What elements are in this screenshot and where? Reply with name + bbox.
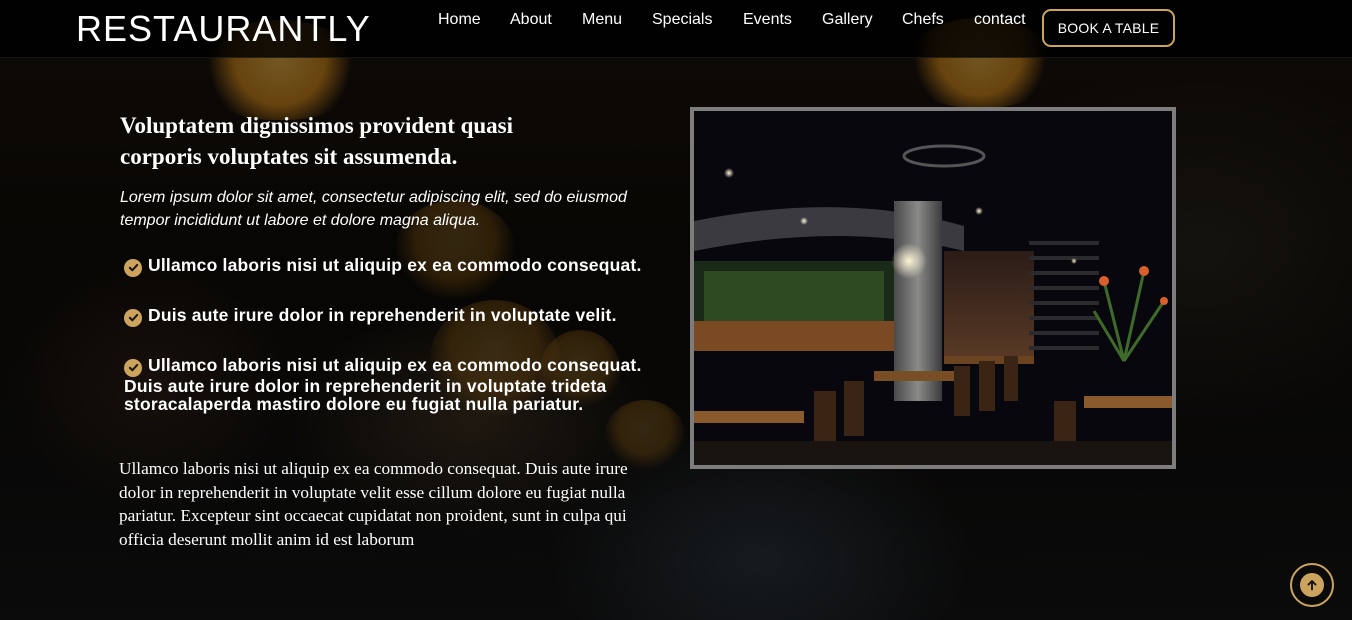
list-item: Ullamco laboris nisi ut aliquip ex ea co… — [124, 356, 654, 413]
feature-text: Ullamco laboris nisi ut aliquip ex ea co… — [148, 255, 642, 275]
nav-gallery[interactable]: Gallery — [822, 11, 873, 29]
nav-events[interactable]: Events — [743, 11, 792, 29]
about-intro: Lorem ipsum dolor sit amet, consectetur … — [120, 189, 627, 229]
list-item: Ullamco laboris nisi ut aliquip ex ea co… — [124, 256, 654, 277]
feature-text: Ullamco laboris nisi ut aliquip ex ea co… — [124, 355, 642, 414]
list-item: Duis aute irure dolor in reprehenderit i… — [124, 306, 654, 327]
book-a-table-button[interactable]: BOOK A TABLE — [1042, 9, 1175, 47]
nav-specials[interactable]: Specials — [652, 11, 712, 29]
check-circle-icon — [124, 258, 142, 277]
nav-contact[interactable]: contact — [974, 11, 1026, 29]
check-circle-icon — [124, 308, 142, 327]
about-heading: Voluptatem dignissimos provident quasi c… — [120, 113, 514, 169]
nav-menu[interactable]: Menu — [582, 11, 622, 29]
site-header: RESTAURANTLY Home About Menu Specials Ev… — [0, 0, 1352, 58]
nav-about[interactable]: About — [510, 11, 552, 29]
check-circle-icon — [124, 358, 142, 377]
restaurant-interior-photo — [690, 107, 1176, 469]
nav-home[interactable]: Home — [438, 11, 481, 29]
about-paragraph: Ullamco laboris nisi ut aliquip ex ea co… — [119, 459, 628, 550]
nav-chefs[interactable]: Chefs — [902, 11, 944, 29]
back-to-top-button[interactable] — [1290, 563, 1334, 607]
feature-text: Duis aute irure dolor in reprehenderit i… — [148, 305, 617, 325]
arrow-up-circle-icon — [1300, 573, 1324, 597]
